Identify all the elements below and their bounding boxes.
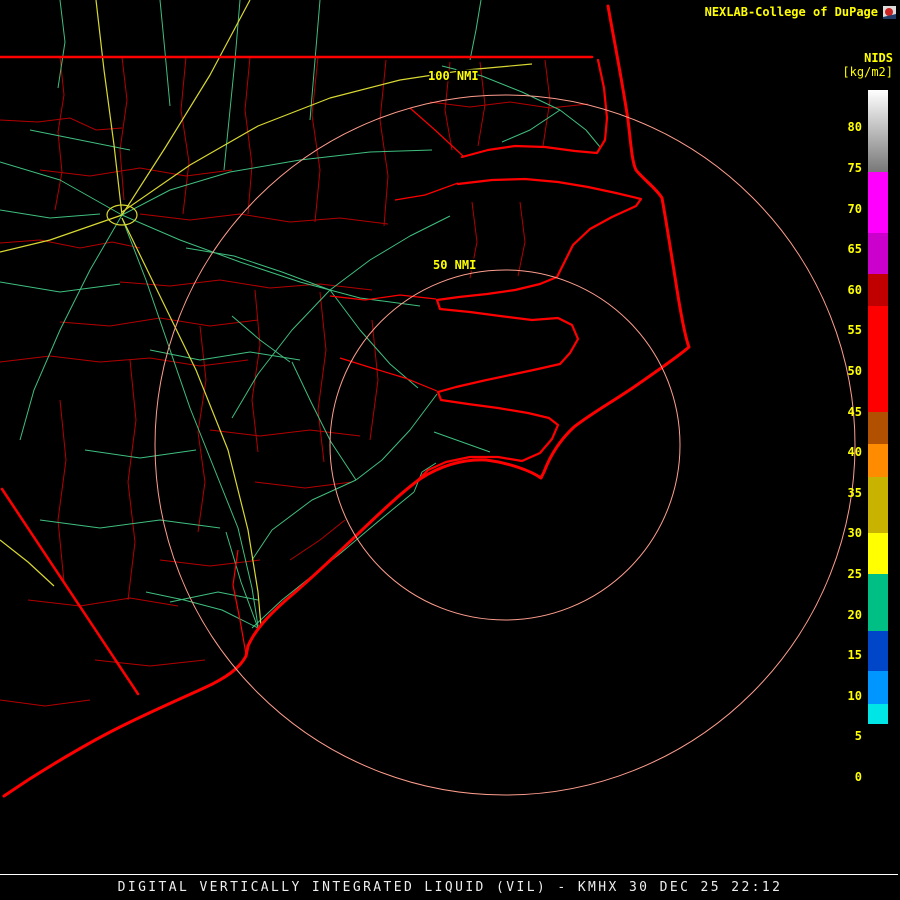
- colorbar-segment: [868, 703, 888, 725]
- range-rings-layer: [154, 94, 856, 796]
- ring-labels: 100 NMI 50 NMI: [427, 68, 481, 274]
- colorbar-tick-label: 20: [847, 607, 862, 622]
- colorbar-tick-label: 45: [847, 404, 862, 419]
- colorbar-segment: [868, 724, 888, 790]
- range-ring-100nmi: [154, 94, 856, 796]
- colorbar-segment: [868, 533, 888, 574]
- colorbar-tick-label: 30: [847, 526, 862, 541]
- colorbar-tick-label: 10: [847, 688, 862, 703]
- county-borders-layer: [0, 56, 589, 707]
- site-title: NEXLAB-College of DuPage: [704, 5, 878, 19]
- product-block: NIDS [kg/m2]: [842, 51, 893, 79]
- header: NEXLAB-College of DuPage: [705, 5, 896, 19]
- coastline-layer: [0, 4, 691, 798]
- colorbar-segment: [868, 172, 888, 233]
- ring-label-100nmi: 100 NMI: [428, 69, 479, 83]
- colorbar-segment: [868, 573, 888, 631]
- colorbar-tick-label: 0: [854, 770, 862, 784]
- state-border-nc-sc: [0, 487, 140, 696]
- outer-banks-coast: [2, 4, 691, 798]
- colorbar-segment: [868, 476, 888, 534]
- colorbar-tick-label: 60: [847, 282, 862, 297]
- interstate-layer: [0, 0, 533, 627]
- colorbar-tick-label: 15: [847, 648, 862, 663]
- colorbar-segment: [868, 232, 888, 274]
- radar-map: 100 NMI 50 NMI: [0, 0, 856, 798]
- range-ring-50nmi: [329, 269, 681, 621]
- mainland-sound-shore: [416, 177, 643, 482]
- colorbar: [868, 90, 888, 790]
- product-caption: DIGITAL VERTICALLY INTEGRATED LIQUID (VI…: [117, 880, 783, 895]
- footer-divider: [0, 874, 898, 875]
- colorbar-segment: [868, 411, 888, 445]
- colorbar-tick-label: 35: [847, 485, 862, 500]
- cod-logo-icon: [883, 5, 896, 19]
- colorbar-segment: [868, 630, 888, 672]
- currituck-albemarle-shore: [460, 58, 609, 159]
- colorbar-tick-label: 55: [847, 323, 862, 338]
- colorbar-tick-label: 80: [847, 120, 862, 135]
- colorbar-segment: [868, 90, 888, 173]
- colorbar-segment: [868, 306, 888, 412]
- product-name: NIDS: [864, 51, 893, 65]
- roads-layer: [0, 0, 601, 629]
- colorbar-segment: [868, 444, 888, 477]
- colorbar-tick-label: 75: [847, 160, 862, 175]
- colorbar-segment: [868, 671, 888, 704]
- rivers-layer: [232, 107, 464, 655]
- colorbar-ticks: 80 75 70 65 60 55 50 45 40 35 30 25 20 15 10 5 0: [826, 90, 862, 790]
- colorbar-tick-label: 40: [847, 445, 862, 460]
- product-units: [kg/m2]: [842, 65, 893, 79]
- colorbar-tick-label: 65: [847, 242, 862, 257]
- colorbar-tick-label: 25: [847, 566, 862, 581]
- colorbar-tick-label: 70: [847, 201, 862, 216]
- colorbar-tick-label: 5: [854, 729, 862, 744]
- colorbar-tick-label: 50: [847, 363, 862, 378]
- ring-label-50nmi: 50 NMI: [433, 258, 476, 272]
- colorbar-segment: [868, 273, 888, 306]
